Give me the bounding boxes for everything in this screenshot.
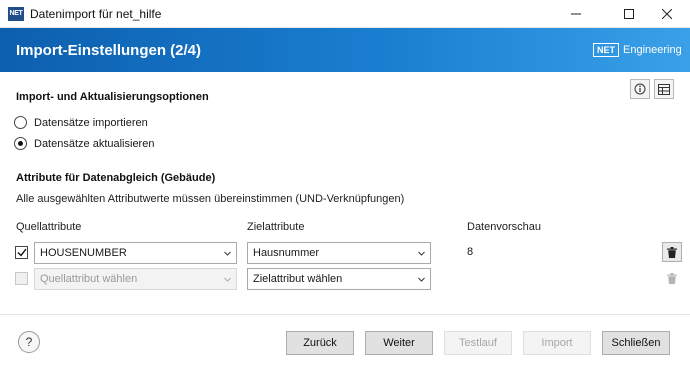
table-icon: [658, 83, 670, 95]
row-2-delete-button[interactable]: [662, 268, 682, 288]
title-bar: NET Datenimport für net_hilfe: [0, 0, 690, 28]
close-icon: [662, 9, 672, 19]
matching-description: Alle ausgewählten Attributwerte müssen ü…: [16, 193, 405, 205]
radio-import-label: Datensätze importieren: [34, 116, 148, 129]
info-button[interactable]: [630, 79, 650, 99]
brand-logo-text: Engineering: [623, 44, 682, 56]
column-preview-header: Datenvorschau: [467, 221, 541, 233]
window-title: Datenimport für net_hilfe: [30, 7, 162, 21]
app-icon: NET: [8, 7, 24, 21]
radio-update[interactable]: Datensätze aktualisieren: [14, 137, 154, 150]
radio-update-circle[interactable]: [14, 137, 27, 150]
back-button[interactable]: Zurück: [286, 331, 354, 355]
radio-import[interactable]: Datensätze importieren: [14, 116, 148, 129]
page-title: Import-Einstellungen (2/4): [16, 42, 202, 59]
matching-section-title: Attribute für Datenabgleich (Gebäude): [16, 172, 216, 184]
test-run-button[interactable]: Testlauf: [444, 331, 512, 355]
maximize-icon: [624, 9, 634, 19]
brand-logo-box: NET: [593, 43, 619, 57]
column-target-header: Zielattribute: [247, 221, 305, 233]
close-button[interactable]: Schließen: [602, 331, 670, 355]
radio-import-circle[interactable]: [14, 116, 27, 129]
checkmark-icon: [17, 248, 27, 257]
minimize-icon: [571, 13, 581, 15]
chevron-down-icon: [224, 251, 231, 256]
radio-update-label: Datensätze aktualisieren: [34, 137, 155, 150]
row-2-source-value: Quellattribut wählen: [40, 273, 138, 285]
row-1-target-select[interactable]: Hausnummer: [247, 242, 431, 264]
footer-divider: [0, 314, 690, 315]
row-1-delete-button[interactable]: [662, 242, 682, 262]
row-2-target-value: Zielattribut wählen: [253, 273, 343, 285]
minimize-button[interactable]: [553, 0, 599, 28]
row-1-source-select[interactable]: HOUSENUMBER: [34, 242, 237, 264]
chevron-down-icon: [418, 277, 425, 282]
trash-icon: [667, 246, 677, 258]
row-2-checkbox[interactable]: [15, 272, 28, 285]
column-source-header: Quellattribute: [16, 221, 82, 233]
options-section-title: Import- und Aktualisierungsoptionen: [16, 91, 209, 103]
row-1-target-value: Hausnummer: [253, 247, 320, 259]
row-2-target-select[interactable]: Zielattribut wählen: [247, 268, 431, 290]
row-2-source-select[interactable]: Quellattribut wählen: [34, 268, 237, 290]
chevron-down-icon: [224, 277, 231, 282]
next-button[interactable]: Weiter: [365, 331, 433, 355]
wizard-header: Import-Einstellungen (2/4) NET Engineeri…: [0, 28, 690, 72]
trash-icon: [667, 272, 677, 284]
row-1-preview-value: 8: [467, 246, 474, 258]
info-icon: [634, 83, 646, 95]
help-button[interactable]: ?: [18, 331, 40, 353]
close-window-button[interactable]: [644, 0, 690, 28]
row-1-checkbox[interactable]: [15, 246, 28, 259]
import-button[interactable]: Import: [523, 331, 591, 355]
chevron-down-icon: [418, 251, 425, 256]
table-view-button[interactable]: [654, 79, 674, 99]
brand-logo: NET Engineering: [593, 43, 682, 57]
row-1-source-value: HOUSENUMBER: [40, 247, 127, 259]
